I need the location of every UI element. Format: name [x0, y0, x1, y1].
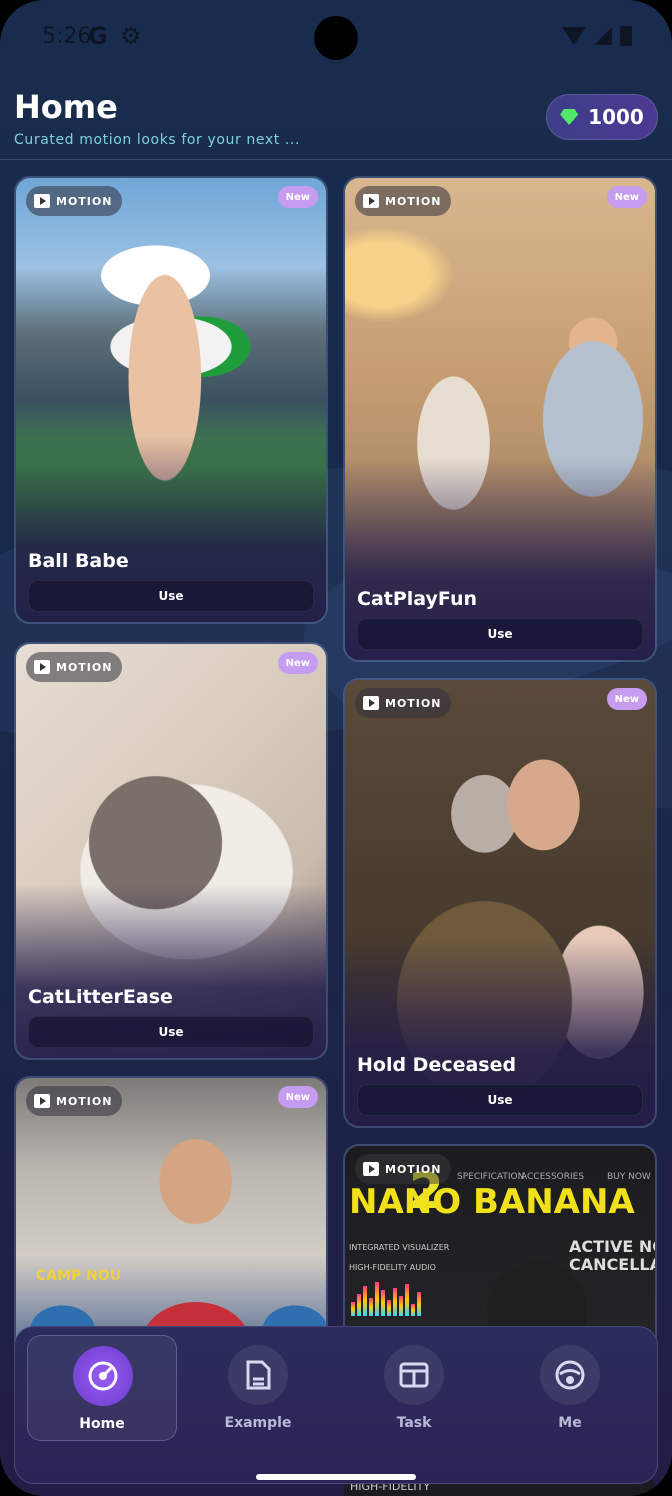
- motion-card[interactable]: MOTION New Ball Babe Use: [14, 176, 328, 624]
- new-badge: New: [277, 1086, 318, 1108]
- nano-nav-buy: BUY NOW: [607, 1172, 651, 1182]
- compass-icon: [73, 1346, 133, 1406]
- nav-label: Task: [396, 1415, 432, 1431]
- nano-left-line: HIGH-FIDELITY AUDIO: [349, 1263, 436, 1272]
- motion-tag: MOTION: [355, 1154, 452, 1184]
- status-time: 5:26: [42, 24, 92, 49]
- equalizer-graphic: [351, 1280, 421, 1316]
- tag-label: MOTION: [385, 1162, 442, 1176]
- gems-count: 1000: [588, 105, 644, 129]
- video-play-icon: [363, 1162, 379, 1176]
- seat-text: CAMP NOU: [36, 1268, 122, 1284]
- motion-card[interactable]: MOTION New CatLitterEase Use: [14, 642, 328, 1060]
- tag-label: MOTION: [56, 660, 113, 674]
- card-title: Ball Babe: [28, 550, 129, 572]
- settings-gear-icon: ⚙: [120, 22, 142, 50]
- nav-label: Home: [79, 1416, 125, 1432]
- motion-tag: MOTION: [26, 186, 123, 216]
- nano-right-line: CANCELLATION: [569, 1255, 655, 1274]
- camera-cutout: [314, 16, 358, 60]
- use-button[interactable]: Use: [28, 1016, 314, 1048]
- motion-tag: MOTION: [355, 186, 452, 216]
- page-subtitle: Curated motion looks for your next ...: [14, 132, 301, 148]
- nano-nav-spec: SPECIFICATION: [457, 1172, 525, 1182]
- video-play-icon: [34, 194, 50, 208]
- battery-icon: [620, 26, 632, 46]
- header-divider: [0, 159, 672, 160]
- nano-left-line: INTEGRATED VISUALIZER: [349, 1243, 450, 1252]
- document-icon: [228, 1345, 288, 1405]
- video-play-icon: [34, 660, 50, 674]
- nav-task[interactable]: Task: [339, 1335, 489, 1441]
- card-title: CatLitterEase: [28, 986, 173, 1008]
- bottom-navigation: Home Example Task Me: [14, 1326, 658, 1484]
- cellular-icon: [594, 27, 612, 45]
- new-badge: New: [606, 186, 647, 208]
- nav-label: Example: [224, 1415, 292, 1431]
- new-badge: New: [606, 688, 647, 710]
- nano-left-text: INTEGRATED VISUALIZER HIGH-FIDELITY AUDI…: [349, 1238, 449, 1278]
- wifi-icon: [562, 27, 586, 45]
- status-icons: [562, 26, 632, 46]
- card-title: CatPlayFun: [357, 588, 477, 610]
- google-icon: G: [88, 22, 108, 50]
- nano-right-text: ACTIVE NOISE CANCELLATION: [569, 1237, 655, 1274]
- tag-label: MOTION: [385, 696, 442, 710]
- gem-icon: [560, 109, 579, 125]
- app-screen: 5:26 G ⚙ Home Curated motion looks for y…: [0, 0, 672, 1496]
- motion-card[interactable]: MOTION New Hold Deceased Use: [343, 678, 657, 1128]
- video-play-icon: [363, 696, 379, 710]
- video-play-icon: [34, 1094, 50, 1108]
- motion-tag: MOTION: [26, 1086, 123, 1116]
- nano-title: NANO BANANA: [349, 1182, 635, 1222]
- motion-tag: MOTION: [355, 688, 452, 718]
- motion-tag: MOTION: [26, 652, 123, 682]
- nano-nav-accessories: ACCESSORIES: [521, 1172, 585, 1182]
- tag-label: MOTION: [56, 194, 113, 208]
- tag-label: MOTION: [385, 194, 442, 208]
- gems-balance-button[interactable]: 1000: [546, 94, 658, 140]
- use-button[interactable]: Use: [357, 618, 643, 650]
- nav-example[interactable]: Example: [183, 1335, 333, 1441]
- nav-label: Me: [558, 1415, 582, 1431]
- page-title: Home: [14, 88, 118, 126]
- nav-home[interactable]: Home: [27, 1335, 177, 1441]
- nav-me[interactable]: Me: [495, 1335, 645, 1441]
- video-play-icon: [363, 194, 379, 208]
- profile-icon: [540, 1345, 600, 1405]
- home-indicator[interactable]: [256, 1474, 416, 1480]
- tag-label: MOTION: [56, 1094, 113, 1108]
- task-box-icon: [384, 1345, 444, 1405]
- nano-right-line: ACTIVE NOISE: [569, 1237, 655, 1256]
- card-title: Hold Deceased: [357, 1054, 517, 1076]
- status-bar: 5:26 G ⚙: [0, 0, 672, 76]
- motion-card[interactable]: MOTION New CatPlayFun Use: [343, 176, 657, 662]
- use-button[interactable]: Use: [357, 1084, 643, 1116]
- use-button[interactable]: Use: [28, 580, 314, 612]
- new-badge: New: [277, 652, 318, 674]
- new-badge: New: [277, 186, 318, 208]
